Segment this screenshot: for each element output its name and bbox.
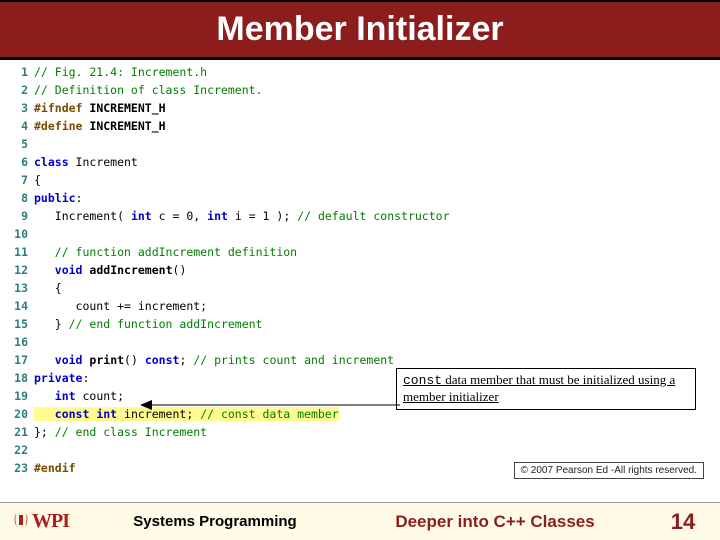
line-number: 10 [10, 225, 34, 243]
code-content: void addIncrement() [34, 261, 710, 279]
line-number: 18 [10, 369, 34, 387]
wpi-logo-icon [12, 511, 30, 533]
footer-course: Systems Programming [100, 513, 330, 530]
line-number: 22 [10, 441, 34, 459]
code-content: // Definition of class Increment. [34, 81, 710, 99]
copyright-notice: © 2007 Pearson Ed -All rights reserved. [514, 462, 704, 479]
code-content: #define INCREMENT_H [34, 117, 710, 135]
line-number: 8 [10, 189, 34, 207]
code-line: 3#ifndef INCREMENT_H [10, 99, 710, 117]
code-content [34, 441, 710, 459]
code-line: 15 } // end function addIncrement [10, 315, 710, 333]
code-line: 10 [10, 225, 710, 243]
code-content: void print() const; // prints count and … [34, 351, 710, 369]
footer-bar: WPI Systems Programming Deeper into C++ … [0, 502, 720, 540]
code-content: class Increment [34, 153, 710, 171]
line-number: 16 [10, 333, 34, 351]
code-content: // function addIncrement definition [34, 243, 710, 261]
line-number: 3 [10, 99, 34, 117]
code-content: Increment( int c = 0, int i = 1 ); // de… [34, 207, 710, 225]
annotation-callout: const data member that must be initializ… [396, 368, 696, 410]
callout-text: data member that must be initialized usi… [403, 372, 675, 404]
line-number: 23 [10, 459, 34, 477]
code-line: 17 void print() const; // prints count a… [10, 351, 710, 369]
slide-title: Member Initializer [216, 10, 503, 49]
code-line: 16 [10, 333, 710, 351]
line-number: 2 [10, 81, 34, 99]
line-number: 21 [10, 423, 34, 441]
code-line: 8public: [10, 189, 710, 207]
code-line: 9 Increment( int c = 0, int i = 1 ); // … [10, 207, 710, 225]
code-line: 11 // function addIncrement definition [10, 243, 710, 261]
line-number: 11 [10, 243, 34, 261]
code-line: 6class Increment [10, 153, 710, 171]
code-line: 21}; // end class Increment [10, 423, 710, 441]
code-content: // Fig. 21.4: Increment.h [34, 63, 710, 81]
code-content [34, 225, 710, 243]
line-number: 19 [10, 387, 34, 405]
code-line: 5 [10, 135, 710, 153]
code-line: 22 [10, 441, 710, 459]
line-number: 5 [10, 135, 34, 153]
line-number: 6 [10, 153, 34, 171]
line-number: 1 [10, 63, 34, 81]
code-listing: 1// Fig. 21.4: Increment.h2// Definition… [10, 63, 710, 477]
line-number: 14 [10, 297, 34, 315]
code-content [34, 333, 710, 351]
line-number: 13 [10, 279, 34, 297]
code-content: count += increment; [34, 297, 710, 315]
code-content [34, 135, 710, 153]
code-content: #ifndef INCREMENT_H [34, 99, 710, 117]
wpi-logo-text: WPI [32, 510, 69, 533]
line-number: 17 [10, 351, 34, 369]
code-content: public: [34, 189, 710, 207]
code-line: 13 { [10, 279, 710, 297]
callout-const-kw: const [403, 373, 442, 388]
code-line: 1// Fig. 21.4: Increment.h [10, 63, 710, 81]
code-content: { [34, 171, 710, 189]
code-content: }; // end class Increment [34, 423, 710, 441]
code-line: 2// Definition of class Increment. [10, 81, 710, 99]
code-content: } // end function addIncrement [34, 315, 710, 333]
code-line: 7{ [10, 171, 710, 189]
line-number: 4 [10, 117, 34, 135]
code-content: { [34, 279, 710, 297]
title-bar: Member Initializer [0, 0, 720, 60]
line-number: 12 [10, 261, 34, 279]
line-number: 20 [10, 405, 34, 423]
wpi-logo: WPI [0, 510, 100, 533]
code-line: 14 count += increment; [10, 297, 710, 315]
footer-page-number: 14 [660, 509, 720, 535]
code-line: 4#define INCREMENT_H [10, 117, 710, 135]
line-number: 9 [10, 207, 34, 225]
line-number: 15 [10, 315, 34, 333]
line-number: 7 [10, 171, 34, 189]
footer-topic: Deeper into C++ Classes [330, 512, 660, 532]
code-line: 12 void addIncrement() [10, 261, 710, 279]
